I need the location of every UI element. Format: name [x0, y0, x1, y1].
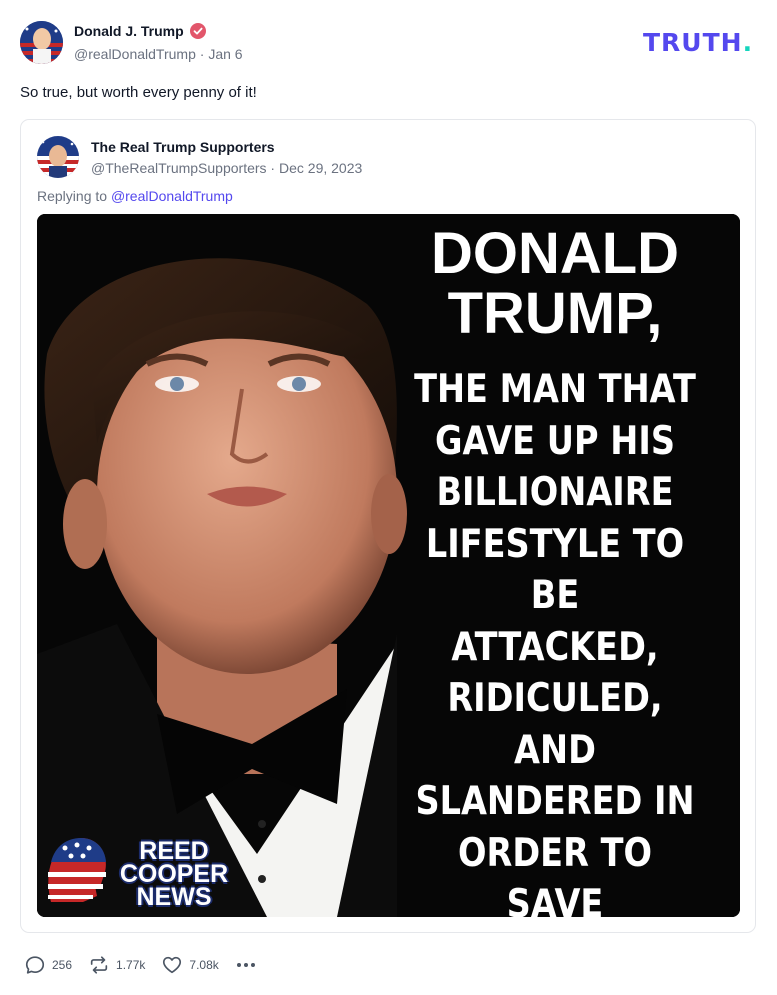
truth-logo[interactable]: TRUTH. — [643, 28, 753, 57]
reply-mention-link[interactable]: @realDonaldTrump — [111, 188, 233, 204]
meme-caption: DONALD TRUMP, THE MAN THAT GAVE UP HIS B… — [380, 221, 730, 918]
quote-author-name[interactable]: The Real Trump Supporters — [91, 139, 275, 155]
quote-image[interactable]: DONALD TRUMP, THE MAN THAT GAVE UP HIS B… — [37, 214, 740, 917]
author-handle[interactable]: @realDonaldTrump — [74, 46, 196, 62]
truth-post: Donald J. Trump @realDonaldTrump · Jan 6… — [0, 0, 777, 995]
quote-author-avatar[interactable] — [37, 136, 79, 178]
more-dot — [250, 963, 255, 967]
post-actions: 256 1.77k 7.08k — [24, 953, 257, 977]
author-name-text[interactable]: Donald J. Trump — [74, 23, 184, 39]
more-dot — [243, 963, 248, 967]
quoted-post[interactable]: The Real Trump Supporters @TheRealTrumpS… — [20, 119, 756, 933]
author-name[interactable]: Donald J. Trump — [74, 23, 206, 39]
repost-count: 1.77k — [116, 958, 146, 972]
like-count: 7.08k — [189, 958, 219, 972]
comment-icon — [25, 956, 45, 974]
replying-to: Replying to @realDonaldTrump — [37, 188, 233, 204]
truth-logo-text: TRUTH — [643, 28, 743, 57]
author-avatar[interactable] — [20, 21, 63, 64]
meme-headline-2: TRUMP, — [447, 281, 663, 346]
more-dots-icon — [236, 963, 241, 967]
truth-logo-dot: . — [742, 28, 754, 57]
like-button[interactable]: 7.08k — [161, 954, 219, 976]
meta-separator: · — [195, 46, 209, 62]
quote-author-handle[interactable]: @TheRealTrumpSupporters — [91, 160, 267, 176]
quote-date[interactable]: Dec 29, 2023 — [279, 160, 362, 176]
repost-button[interactable]: 1.77k — [88, 954, 145, 976]
reed-cooper-news-watermark: REED COOPER NEWS — [43, 832, 233, 912]
heart-icon — [163, 956, 182, 974]
meme-body-text: THE MAN THAT GAVE UP HIS BILLIONAIRE LIF… — [414, 367, 696, 917]
flag-head-logo-icon — [48, 838, 106, 902]
reply-button[interactable]: 256 — [24, 954, 72, 976]
reply-prefix: Replying to — [37, 188, 111, 204]
verified-badge-icon — [189, 23, 206, 39]
quote-author-meta: @TheRealTrumpSupporters · Dec 29, 2023 — [91, 160, 362, 176]
post-text: So true, but worth every penny of it! — [20, 84, 257, 101]
repost-icon — [90, 956, 108, 974]
reply-count: 256 — [52, 958, 73, 972]
quote-meta-separator: · — [266, 160, 279, 176]
more-options-button[interactable] — [235, 959, 257, 971]
post-date[interactable]: Jan 6 — [208, 46, 242, 62]
watermark-text: REED COOPER NEWS — [119, 837, 229, 911]
meme-headline-1: DONALD — [430, 221, 680, 286]
author-meta: @realDonaldTrump · Jan 6 — [74, 46, 243, 62]
